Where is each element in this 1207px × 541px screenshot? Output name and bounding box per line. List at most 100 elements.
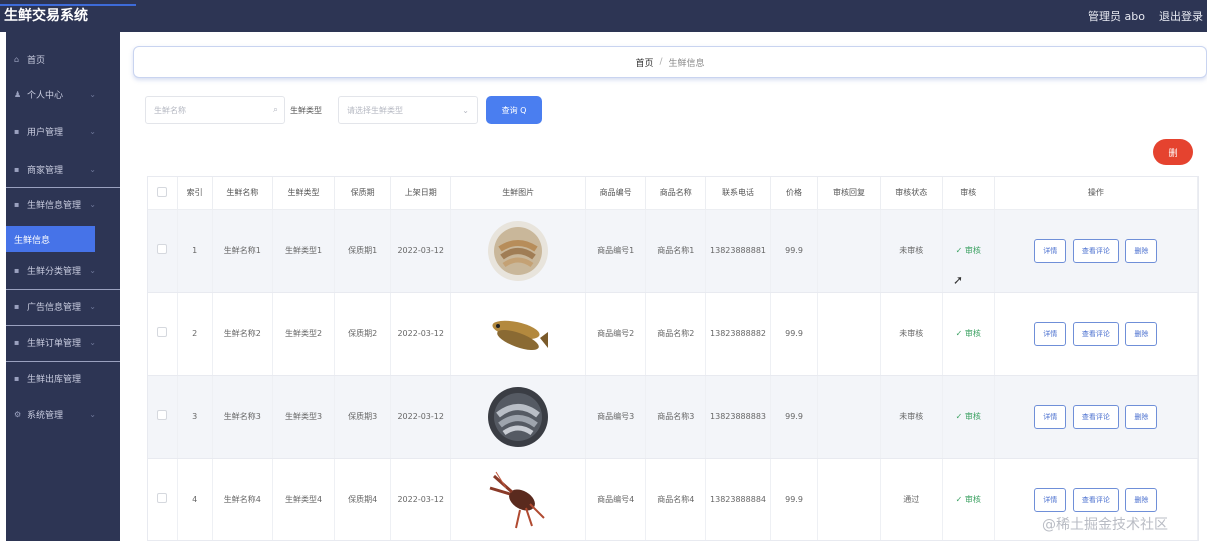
cell-actions: 详情 查看评论 删除 [994, 375, 1198, 459]
cell-phone: 13823888882 [705, 292, 771, 376]
view-comments-button[interactable]: 查看评论 [1072, 321, 1119, 346]
search-icon: ⌕ [272, 105, 278, 115]
sidebar-item-fresh-info[interactable]: ▪ 生鲜信息管理 ⌄ [6, 187, 120, 221]
chevron-down-icon: ⌄ [89, 409, 96, 419]
checkbox[interactable] [157, 243, 168, 254]
cell-image [450, 375, 587, 459]
type-filter-label: 生鲜类型 [290, 105, 322, 115]
cell-price: 99.9 [770, 375, 819, 459]
cell-reply [817, 375, 881, 459]
sidebar-item-label: 生鲜分类管理 [27, 266, 82, 277]
admin-label: 管理员 abo [1088, 10, 1145, 23]
sidebar-item-orders[interactable]: ▪ 生鲜订单管理 ⌄ [6, 325, 120, 359]
chevron-down-icon: ⌄ [89, 126, 96, 136]
sidebar-item-label: 生鲜信息管理 [27, 201, 82, 211]
sidebar-subitem-label: 生鲜信息 [14, 235, 51, 246]
cell-price: 99.9 [770, 458, 819, 540]
chevron-down-icon: ⌄ [89, 302, 96, 311]
sidebar-item-ads[interactable]: ▪ 广告信息管理 ⌄ [6, 289, 120, 323]
cell-shelf: 保质期3 [334, 375, 392, 459]
cell-shelf: 保质期4 [334, 458, 392, 540]
cell-audit: ✓ 审核 [942, 292, 995, 376]
chevron-down-icon: ⌄ [89, 164, 96, 174]
grid-icon: ▪ [14, 338, 20, 347]
sidebar-item-categories[interactable]: ▪ 生鲜分类管理 ⌄ [6, 253, 120, 287]
sidebar-item-home[interactable]: ⌂ 首页 [6, 42, 120, 76]
header-select-all[interactable] [148, 177, 178, 210]
cell-type: 生鲜类型1 [272, 209, 336, 293]
table-header-row: 索引 生鲜名称 生鲜类型 保质期 上架日期 生鲜图片 商品编号 商品名称 联系电… [148, 177, 1198, 210]
sidebar-item-label: 首页 [27, 55, 46, 66]
cell-shelf: 保质期2 [334, 292, 392, 376]
detail-button[interactable]: 详情 [1034, 321, 1067, 346]
cell-code: 商品编号3 [585, 375, 647, 459]
checkbox[interactable] [157, 409, 168, 420]
name-search-placeholder: 生鲜名称 [154, 105, 186, 115]
sidebar-item-label: 广告信息管理 [27, 303, 82, 313]
detail-button[interactable]: 详情 [1034, 487, 1067, 512]
sidebar-item-merchants[interactable]: ▪ 商家管理 ⌄ [6, 152, 120, 186]
column-header: 生鲜类型 [272, 177, 336, 210]
sidebar-item-system[interactable]: ⚙ 系统管理 ⌄ [6, 397, 120, 431]
app-title: 生鲜交易系统 [4, 8, 88, 24]
delete-button[interactable]: 删除 [1125, 404, 1158, 429]
cell-name: 生鲜名称4 [212, 458, 273, 540]
column-header: 联系电话 [705, 177, 771, 210]
sidebar-subitem-fresh-info[interactable]: 生鲜信息 [6, 226, 95, 252]
delete-button[interactable]: 删除 [1125, 238, 1158, 263]
column-header: 操作 [994, 177, 1198, 210]
view-comments-button[interactable]: 查看评论 [1072, 487, 1119, 512]
delete-button[interactable]: 删除 [1125, 321, 1158, 346]
query-button[interactable]: 查询 Q [486, 96, 542, 124]
cell-status: 未审核 [880, 375, 943, 459]
type-select[interactable]: 请选择生鲜类型 ⌄ [338, 96, 478, 124]
cell-code: 商品编号2 [585, 292, 647, 376]
checkbox[interactable] [157, 326, 168, 337]
sidebar-item-users[interactable]: ▪ 用户管理 ⌄ [6, 114, 120, 148]
audit-link[interactable]: ✓ 审核 [956, 495, 981, 504]
breadcrumb: 首页 / 生鲜信息 [133, 46, 1207, 78]
cell-type: 生鲜类型3 [272, 375, 336, 459]
column-header: 上架日期 [390, 177, 452, 210]
delete-button[interactable]: 删除 [1125, 487, 1158, 512]
column-header: 保质期 [334, 177, 392, 210]
view-comments-button[interactable]: 查看评论 [1072, 238, 1119, 263]
row-select[interactable] [148, 209, 178, 293]
audit-link[interactable]: ✓ 审核 [956, 412, 981, 421]
checkbox[interactable] [157, 186, 168, 197]
sidebar-item-personal-center[interactable]: ♟ 个人中心 ⌄ [6, 77, 120, 111]
cell-type: 生鲜类型4 [272, 458, 336, 540]
name-search-input[interactable]: 生鲜名称 ⌕ [145, 96, 285, 124]
table-row: 1 生鲜名称1 生鲜类型1 保质期1 2022-03-12 商品编号1 商品名称1 13823… [148, 209, 1198, 293]
grid-icon: ▪ [14, 200, 20, 209]
cell-product: 商品名称3 [645, 375, 707, 459]
column-header: 审核回复 [817, 177, 881, 210]
sidebar-item-label: 用户管理 [27, 127, 64, 138]
chevron-down-icon: ⌄ [89, 265, 96, 275]
cell-index: 3 [177, 375, 213, 459]
cell-image [450, 209, 587, 293]
batch-delete-button[interactable]: 删 [1153, 139, 1193, 165]
column-header: 生鲜图片 [450, 177, 587, 210]
sidebar-item-label: 生鲜出库管理 [27, 375, 82, 385]
shrimp-bowl-image [486, 219, 550, 283]
detail-button[interactable]: 详情 [1034, 404, 1067, 429]
cell-code: 商品编号1 [585, 209, 647, 293]
home-icon: ⌂ [14, 54, 20, 64]
view-comments-button[interactable]: 查看评论 [1072, 404, 1119, 429]
checkbox[interactable] [157, 492, 168, 503]
logout-link[interactable]: 退出登录 [1159, 8, 1203, 24]
watermark: @稀土掘金技术社区 [1042, 517, 1168, 533]
sidebar-item-outbound[interactable]: ▪ 生鲜出库管理 [6, 361, 120, 395]
audit-link[interactable]: ✓ 审核 [956, 329, 981, 338]
mouse-cursor-icon: ➚ [953, 273, 964, 287]
breadcrumb-home[interactable]: 首页 [635, 56, 653, 69]
audit-link[interactable]: ✓ 审核 [956, 246, 981, 255]
row-select[interactable] [148, 458, 178, 540]
detail-button[interactable]: 详情 [1034, 238, 1067, 263]
cell-date: 2022-03-12 [390, 209, 452, 293]
chevron-down-icon: ⌄ [89, 338, 96, 347]
cell-index: 2 [177, 292, 213, 376]
row-select[interactable] [148, 292, 178, 376]
row-select[interactable] [148, 375, 178, 459]
